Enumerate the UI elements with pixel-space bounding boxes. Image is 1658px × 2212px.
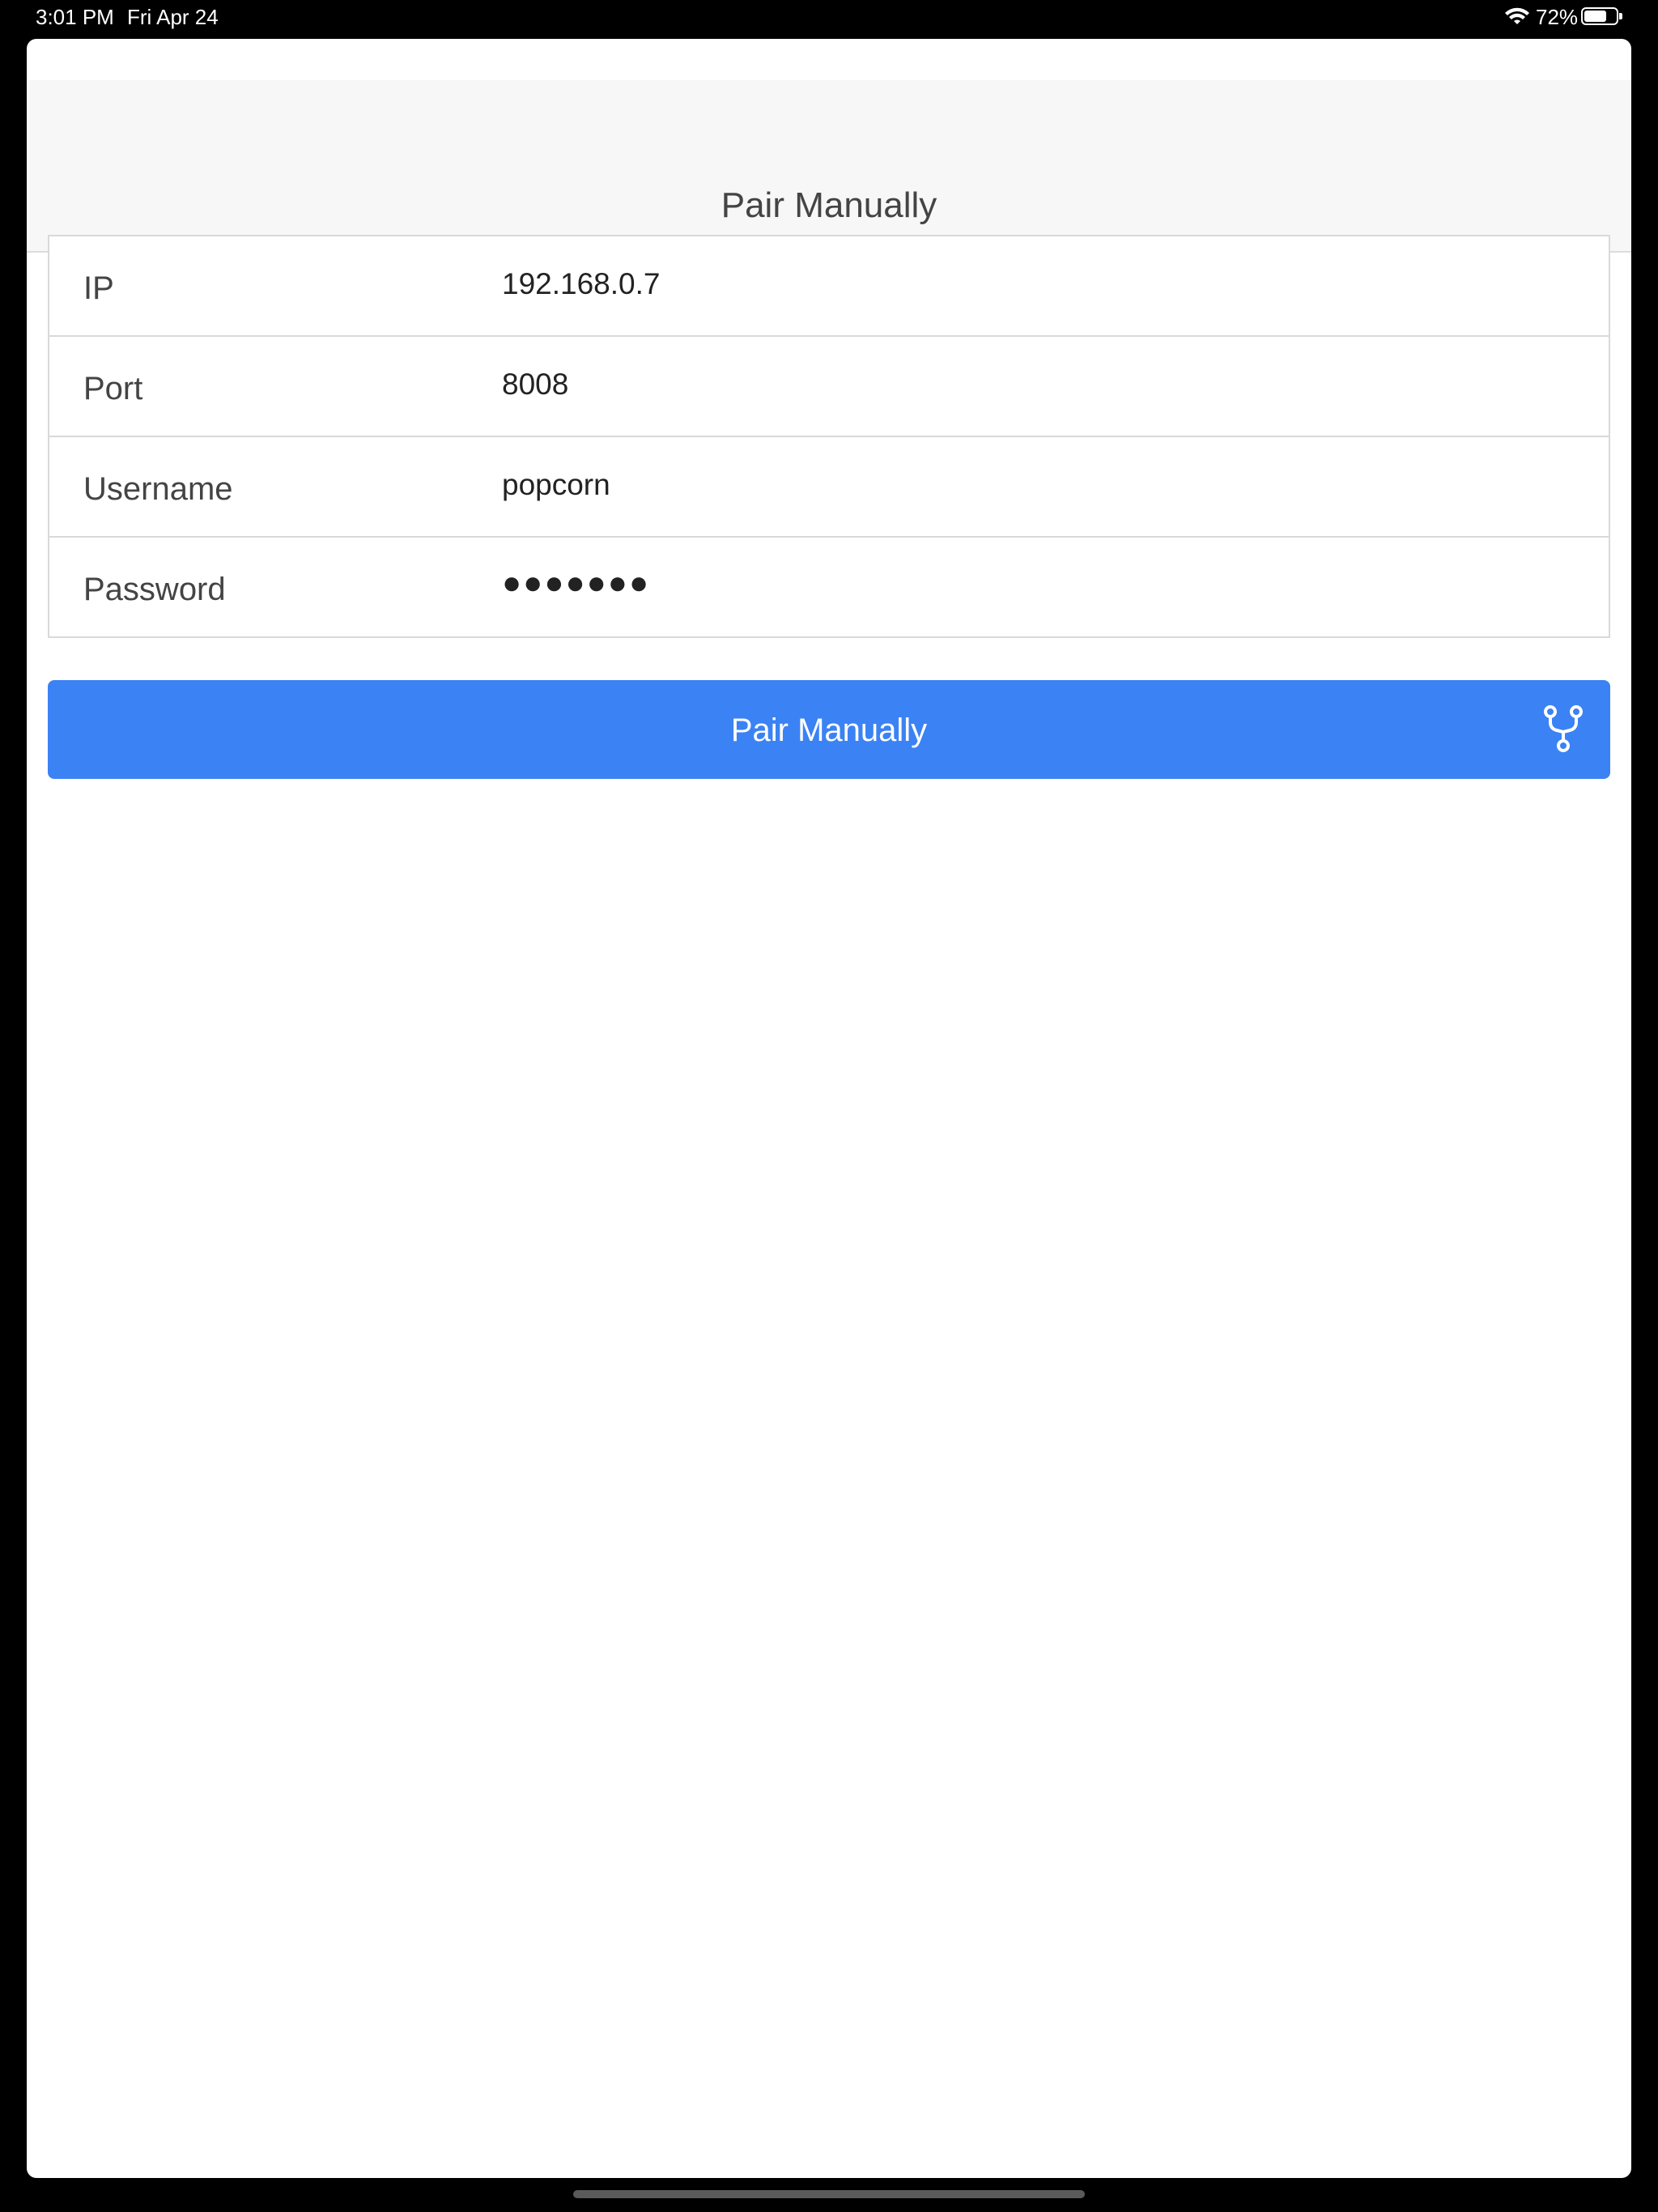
ip-field[interactable] bbox=[502, 267, 1554, 301]
battery-percent: 72% bbox=[1536, 5, 1579, 29]
form-row-password: Password bbox=[49, 538, 1609, 638]
port-field[interactable] bbox=[502, 368, 1554, 402]
username-label: Username bbox=[83, 471, 233, 507]
page-title: Pair Manually bbox=[721, 185, 937, 225]
ip-label: IP bbox=[83, 270, 114, 306]
home-indicator[interactable] bbox=[573, 2190, 1085, 2198]
form-row-username: Username bbox=[49, 437, 1609, 538]
pair-manually-button[interactable]: Pair Manually bbox=[48, 680, 1610, 779]
form-row-ip: IP bbox=[49, 236, 1609, 337]
status-date: Fri Apr 24 bbox=[127, 5, 219, 29]
fork-icon bbox=[1544, 705, 1583, 752]
status-bar: 3:01 PM Fri Apr 24 72% bbox=[0, 0, 1658, 37]
password-field[interactable] bbox=[502, 565, 1554, 602]
pair-sheet: Pair Manually IP Port Username Password … bbox=[27, 39, 1631, 2178]
status-time: 3:01 PM bbox=[36, 5, 114, 29]
battery-nub bbox=[1619, 13, 1622, 19]
battery-icon bbox=[1581, 7, 1622, 25]
pair-form: IP Port Username Password bbox=[48, 235, 1610, 638]
form-row-port: Port bbox=[49, 337, 1609, 437]
wifi-icon bbox=[1505, 7, 1529, 24]
pair-manually-button-label: Pair Manually bbox=[730, 713, 928, 748]
port-label: Port bbox=[83, 371, 143, 406]
password-label: Password bbox=[83, 572, 226, 607]
username-field[interactable] bbox=[502, 468, 1554, 502]
nav-bar: Pair Manually bbox=[27, 80, 1631, 253]
battery-fill bbox=[1584, 11, 1607, 22]
